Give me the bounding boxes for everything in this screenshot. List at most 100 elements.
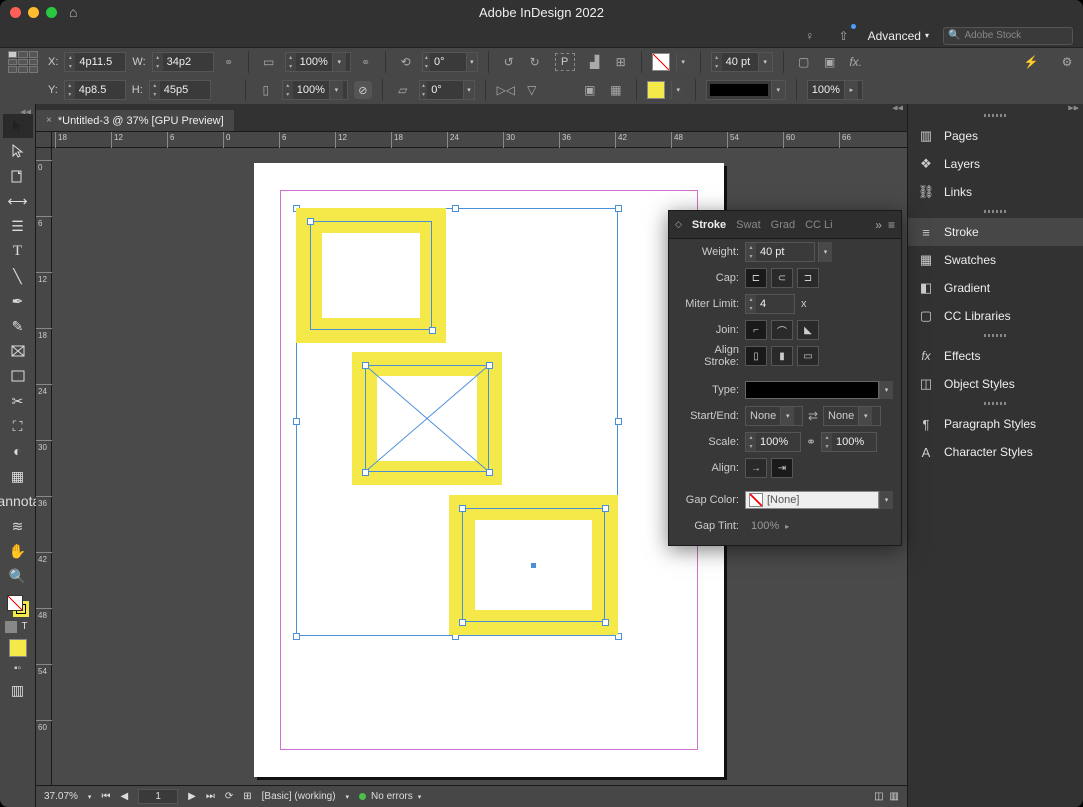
close-tab-icon[interactable]: ×	[46, 115, 52, 126]
scale-x-field[interactable]: ▴▾100%▾	[285, 52, 351, 72]
join-miter-icon[interactable]: ⌐	[745, 320, 767, 340]
eyedropper-tool[interactable]: ≋	[3, 514, 33, 538]
flip-v-icon[interactable]: ▯	[256, 80, 276, 100]
handle[interactable]	[459, 505, 466, 512]
line-tool[interactable]: ╲	[3, 264, 33, 288]
link-scale-icon[interactable]: ⚭	[801, 432, 821, 452]
y-field[interactable]: ▴▾4p8.5	[64, 80, 126, 100]
handle[interactable]	[615, 205, 622, 212]
content-collector-tool[interactable]: ☰	[3, 214, 33, 238]
screen-mode-tool[interactable]: ▥	[3, 678, 33, 702]
shear-field[interactable]: ▴▾0°▾	[419, 80, 475, 100]
minimize-window-button[interactable]	[28, 7, 39, 18]
hand-tool[interactable]: ✋	[3, 539, 33, 563]
arrow-align-tip-icon[interactable]: ⇥	[771, 458, 793, 478]
stroke-type-drop[interactable]: ▾	[706, 80, 786, 100]
apply-color-swatch[interactable]	[9, 639, 27, 657]
gap-tint-drop-icon[interactable]: ▸	[785, 522, 789, 531]
align-inside-icon[interactable]: ▮	[771, 346, 793, 366]
text-wrap-icon[interactable]: ▣	[820, 52, 840, 72]
reference-point-grid[interactable]	[8, 51, 38, 73]
gradient-feather-tool[interactable]: ▦	[3, 464, 33, 488]
panel-link-icon[interactable]: ◇	[675, 219, 682, 230]
rotate-ccw-icon[interactable]: ↺	[499, 52, 519, 72]
pen-tool[interactable]: ✒	[3, 289, 33, 313]
end-scale-field[interactable]: ▴▾100%	[821, 432, 877, 452]
stroke-swatch-drop[interactable]: ▾	[671, 81, 685, 99]
handle[interactable]	[486, 362, 493, 369]
gradient-swatch-tool[interactable]: ◐	[3, 439, 33, 463]
miter-field[interactable]: ▴▾4	[745, 294, 795, 314]
gap-tint-value[interactable]: 100%	[745, 520, 779, 532]
type-tool[interactable]: T	[3, 239, 33, 263]
gap-color-drop[interactable]: [None]	[745, 491, 879, 509]
handle[interactable]	[362, 362, 369, 369]
tab-stroke[interactable]: Stroke	[692, 219, 726, 231]
panel-layers[interactable]: ❖Layers	[908, 150, 1083, 178]
start-scale-field[interactable]: ▴▾100%	[745, 432, 801, 452]
scale-y-field[interactable]: ▴▾100%▾	[282, 80, 348, 100]
apply-target-toggles[interactable]: T	[5, 621, 31, 633]
tab-gradient[interactable]: Grad	[771, 219, 795, 231]
page-tool[interactable]	[3, 164, 33, 188]
handle[interactable]	[452, 205, 459, 212]
cap-projecting-icon[interactable]: ⊐	[797, 268, 819, 288]
panel-pages[interactable]: ▥Pages	[908, 122, 1083, 150]
page-first-icon[interactable]: ⏮	[101, 791, 110, 802]
handle[interactable]	[293, 633, 300, 640]
horizontal-ruler[interactable]: 181260612182430364248546066	[36, 132, 907, 148]
fill-stroke-proxy[interactable]	[7, 595, 29, 617]
weight-field[interactable]: ▴▾40 pt	[745, 242, 815, 262]
pencil-tool[interactable]: ✎	[3, 314, 33, 338]
workspace-switcher[interactable]: Advanced ▾	[868, 29, 929, 43]
page-last-icon[interactable]: ⏭	[206, 791, 215, 802]
handle[interactable]	[459, 619, 466, 626]
handle[interactable]	[602, 619, 609, 626]
document-tab[interactable]: × *Untitled-3 @ 37% [GPU Preview]	[36, 110, 234, 131]
prefs-icon[interactable]: ⚙	[1057, 52, 1077, 72]
status-icon-2[interactable]: ⊞	[243, 791, 251, 802]
stroke-type-arrow[interactable]: ▾	[879, 381, 893, 399]
align-outside-icon[interactable]: ▭	[797, 346, 819, 366]
hint-icon[interactable]: ♀	[800, 26, 820, 46]
free-transform-tool[interactable]: ⛶	[3, 414, 33, 438]
panel-character-styles[interactable]: ACharacter Styles	[908, 438, 1083, 466]
share-icon[interactable]: ⇧	[834, 26, 854, 46]
direct-selection-tool[interactable]	[3, 139, 33, 163]
fx-menu-icon[interactable]: fx.	[846, 52, 866, 72]
panel-menu-icon[interactable]: ≡	[888, 218, 895, 232]
panel-cc-libraries[interactable]: ▢CC Libraries	[908, 302, 1083, 330]
handle[interactable]	[293, 418, 300, 425]
join-bevel-icon[interactable]: ◣	[797, 320, 819, 340]
rotate-field[interactable]: ▴▾0°▾	[422, 52, 478, 72]
gap-tool[interactable]: ⟷	[3, 189, 33, 213]
join-round-icon[interactable]: ⌒	[771, 320, 793, 340]
note-tool[interactable]: �annotate	[3, 489, 33, 513]
stroke-panel[interactable]: ◇ Stroke Swat Grad CC Li »≡ Weight: ▴▾40…	[668, 210, 902, 546]
zoom-tool[interactable]: 🔍	[3, 564, 33, 588]
panel-paragraph-styles[interactable]: ¶Paragraph Styles	[908, 410, 1083, 438]
x-field[interactable]: ▴▾4p11.5	[64, 52, 126, 72]
rotate-cw-icon[interactable]: ↻	[525, 52, 545, 72]
cap-butt-icon[interactable]: ⊏	[745, 268, 767, 288]
flip-vertical-icon[interactable]: ▽	[522, 80, 542, 100]
zoom-drop-icon[interactable]: ▾	[88, 793, 92, 801]
center-point[interactable]	[531, 563, 536, 568]
cap-round-icon[interactable]: ⊂	[771, 268, 793, 288]
arrow-align-extend-icon[interactable]: →	[745, 458, 767, 478]
end-arrow-drop[interactable]: None▾	[823, 406, 881, 426]
formatting-text-icon[interactable]: T	[19, 621, 31, 633]
start-arrow-drop[interactable]: None▾	[745, 406, 803, 426]
selection-tool[interactable]	[3, 114, 33, 138]
handle[interactable]	[602, 505, 609, 512]
swap-arrows-icon[interactable]: ⇄	[803, 406, 823, 426]
handle[interactable]	[486, 469, 493, 476]
clear-transform-icon[interactable]: ⊘	[354, 81, 372, 99]
corner-options-icon[interactable]: ▢	[794, 52, 814, 72]
view-split-icon[interactable]: ◫	[874, 791, 883, 802]
page-prev-icon[interactable]: ◀	[120, 791, 128, 802]
content-grabber-icon[interactable]: P	[555, 53, 575, 71]
handle[interactable]	[307, 218, 314, 225]
rectangle-tool[interactable]	[3, 364, 33, 388]
quick-apply-icon[interactable]: ⚡	[1021, 52, 1041, 72]
